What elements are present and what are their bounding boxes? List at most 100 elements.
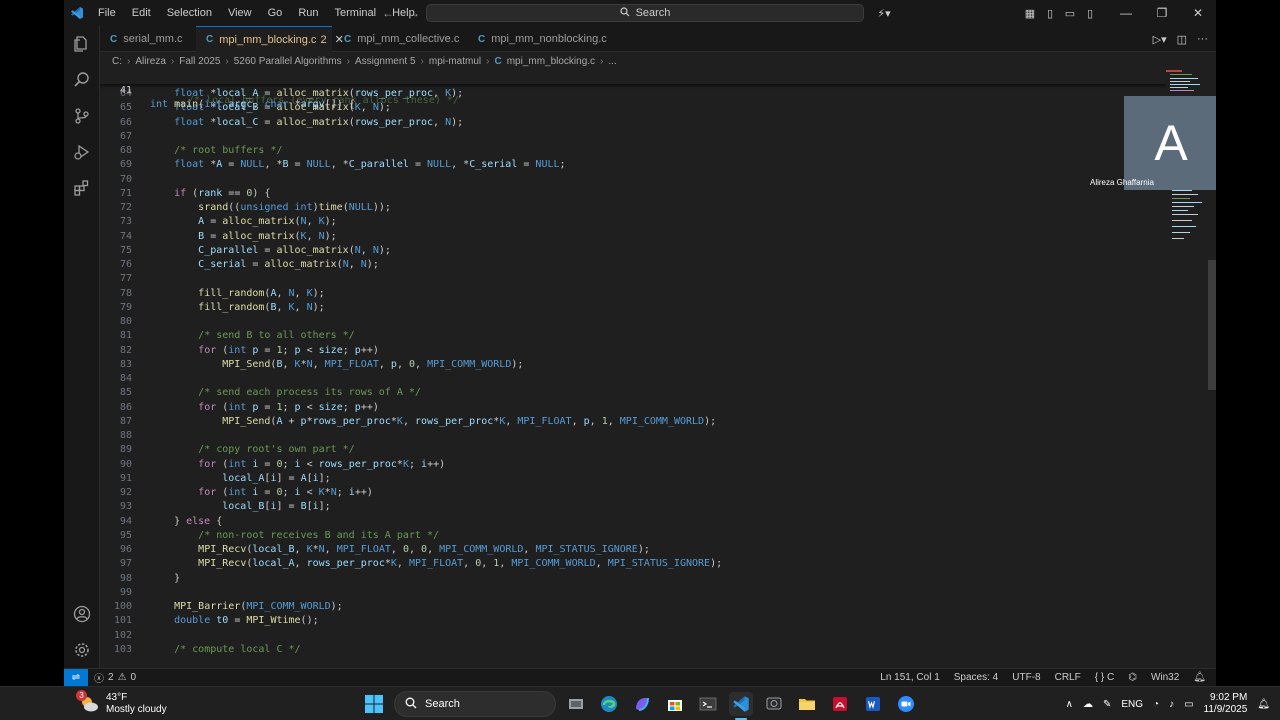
close-window-button[interactable]: ✕ <box>1180 0 1216 26</box>
code-line[interactable]: 66 float *local_C = alloc_matrix(rows_pe… <box>100 116 1166 130</box>
microsoft-store-icon[interactable] <box>663 692 687 716</box>
file-explorer-icon[interactable] <box>795 692 819 716</box>
code-line[interactable]: 85 /* send each process its rows of A */ <box>100 386 1166 400</box>
language-mode[interactable]: { } C <box>1095 672 1114 683</box>
battery-icon[interactable]: ▭ <box>1184 699 1193 710</box>
search-view-icon[interactable] <box>64 62 100 98</box>
video-participant-tile[interactable]: A <box>1124 96 1216 190</box>
code-line[interactable]: 75 C_parallel = alloc_matrix(N, N); <box>100 244 1166 258</box>
code-line[interactable]: 95 /* non-root receives B and its A part… <box>100 529 1166 543</box>
breadcrumb-item[interactable]: mpi_mm_blocking.c <box>507 56 595 67</box>
layout-customize-icon[interactable]: ▦ <box>1020 0 1040 26</box>
clock[interactable]: 9:02 PM 11/9/2025 <box>1204 692 1248 716</box>
wifi-icon[interactable]: ◔ <box>1153 699 1159 710</box>
code-line[interactable]: 89 /* copy root's own part */ <box>100 443 1166 457</box>
copilot-status-icon[interactable]: ⌬ <box>1128 672 1137 683</box>
edge-browser-icon[interactable] <box>597 692 621 716</box>
problems-indicator[interactable]: ⓧ 2 ⚠ 0 <box>94 669 136 686</box>
acrobat-icon[interactable] <box>828 692 852 716</box>
code-line[interactable]: 90 for (int i = 0; i < rows_per_proc*K; … <box>100 458 1166 472</box>
menu-view[interactable]: View <box>220 0 260 26</box>
code-line[interactable]: 68 /* root buffers */ <box>100 144 1166 158</box>
windows-start-icon[interactable] <box>362 692 386 716</box>
code-line[interactable]: 82 for (int p = 1; p < size; p++) <box>100 344 1166 358</box>
code-line[interactable]: 67 <box>100 130 1166 144</box>
restore-button[interactable]: ❐ <box>1144 0 1180 26</box>
cursor-position[interactable]: Ln 151, Col 1 <box>880 672 940 683</box>
command-center-search[interactable]: Search <box>426 4 864 22</box>
menu-go[interactable]: Go <box>260 0 291 26</box>
code-line[interactable]: 73 A = alloc_matrix(N, K); <box>100 215 1166 229</box>
tab-mpi-mm-blocking[interactable]: C mpi_mm_blocking.c 2 ✕ <box>196 26 344 52</box>
code-line[interactable]: 101 double t0 = MPI_Wtime(); <box>100 614 1166 628</box>
breadcrumb-item[interactable]: ... <box>608 56 616 67</box>
settings-gear-icon[interactable] <box>64 632 100 668</box>
code-line[interactable]: 78 fill_random(A, N, K); <box>100 287 1166 301</box>
code-line[interactable]: 80 <box>100 315 1166 329</box>
breadcrumb-item[interactable]: mpi-matmul <box>429 56 481 67</box>
minimize-button[interactable]: — <box>1108 0 1144 26</box>
taskbar-search[interactable]: Search <box>394 691 556 717</box>
platform-config[interactable]: Win32 <box>1151 672 1179 683</box>
code-line[interactable]: 77 <box>100 272 1166 286</box>
task-view-icon[interactable] <box>564 692 588 716</box>
toggle-secondary-sidebar-icon[interactable]: ▯ <box>1080 0 1100 26</box>
code-line[interactable]: 71 if (rank == 0) { <box>100 187 1166 201</box>
code-line[interactable]: 98 } <box>100 572 1166 586</box>
scrollbar-thumb[interactable] <box>1208 260 1216 390</box>
copilot-icon[interactable]: ⚡︎▾ <box>874 0 894 26</box>
end-of-line[interactable]: CRLF <box>1055 672 1081 683</box>
toggle-primary-sidebar-icon[interactable]: ▯ <box>1040 0 1060 26</box>
code-line[interactable]: 102 <box>100 629 1166 643</box>
back-arrow-icon[interactable]: ← <box>382 6 394 20</box>
notification-center-icon[interactable]: 🔔︎ <box>1257 699 1270 710</box>
code-line[interactable]: 97 MPI_Recv(local_A, rows_per_proc*K, MP… <box>100 557 1166 571</box>
toggle-panel-icon[interactable]: ▭ <box>1060 0 1080 26</box>
code-line[interactable]: 91 local_A[i] = A[i]; <box>100 472 1166 486</box>
chevron-up-icon[interactable]: ∧ <box>1066 699 1073 710</box>
source-control-icon[interactable] <box>64 98 100 134</box>
vscode-taskbar-icon[interactable] <box>729 692 753 716</box>
remote-desktop-icon[interactable] <box>762 692 786 716</box>
weather-widget[interactable]: 3 43°F Mostly cloudy <box>76 689 167 719</box>
tab-serial-mm[interactable]: C serial_mm.c <box>100 26 196 52</box>
more-actions-icon[interactable]: ··· <box>1197 33 1208 45</box>
menu-selection[interactable]: Selection <box>159 0 220 26</box>
menu-run[interactable]: Run <box>290 0 326 26</box>
run-file-icon[interactable]: ▷▾ <box>1153 33 1167 46</box>
word-icon[interactable] <box>861 692 885 716</box>
code-line[interactable]: 96 MPI_Recv(local_B, K*N, MPI_FLOAT, 0, … <box>100 543 1166 557</box>
copilot-app-icon[interactable] <box>630 692 654 716</box>
code-line[interactable]: 84 <box>100 372 1166 386</box>
code-line[interactable]: 99 <box>100 586 1166 600</box>
file-encoding[interactable]: UTF-8 <box>1012 672 1040 683</box>
menu-file[interactable]: File <box>90 0 124 26</box>
code-line[interactable]: 92 for (int i = 0; i < K*N; i++) <box>100 486 1166 500</box>
code-line[interactable]: 100 MPI_Barrier(MPI_COMM_WORLD); <box>100 600 1166 614</box>
code-line[interactable]: 70 <box>100 173 1166 187</box>
code-editor[interactable]: 41 int main(int argc, char *argv[]) { /*… <box>100 70 1166 668</box>
volume-icon[interactable]: ♪ <box>1169 699 1174 710</box>
split-editor-icon[interactable]: ◫ <box>1177 33 1187 46</box>
menu-edit[interactable]: Edit <box>124 0 159 26</box>
breadcrumb-item[interactable]: Alireza <box>135 56 166 67</box>
code-line[interactable]: 88 <box>100 429 1166 443</box>
code-line[interactable]: 103 /* compute local C */ <box>100 643 1166 657</box>
code-line[interactable]: 87 MPI_Send(A + p*rows_per_proc*K, rows_… <box>100 415 1166 429</box>
breadcrumb-item[interactable]: 5260 Parallel Algorithms <box>234 56 342 67</box>
remote-indicator-icon[interactable]: ⇌ <box>64 669 88 686</box>
explorer-icon[interactable] <box>64 26 100 62</box>
code-line[interactable]: 94 } else { <box>100 515 1166 529</box>
pen-menu-icon[interactable]: ✎ <box>1103 699 1111 710</box>
extensions-icon[interactable] <box>64 170 100 206</box>
input-language[interactable]: ENG <box>1121 699 1143 710</box>
forward-arrow-icon[interactable]: → <box>408 6 420 20</box>
code-line[interactable]: 72 srand((unsigned int)time(NULL)); <box>100 201 1166 215</box>
breadcrumb-item[interactable]: C: <box>112 56 122 67</box>
indentation[interactable]: Spaces: 4 <box>954 672 998 683</box>
code-line[interactable]: 74 B = alloc_matrix(K, N); <box>100 230 1166 244</box>
zoom-icon[interactable] <box>894 692 918 716</box>
breadcrumb-item[interactable]: Fall 2025 <box>179 56 220 67</box>
menu-terminal[interactable]: Terminal <box>327 0 385 26</box>
code-line[interactable]: 86 for (int p = 1; p < size; p++) <box>100 401 1166 415</box>
